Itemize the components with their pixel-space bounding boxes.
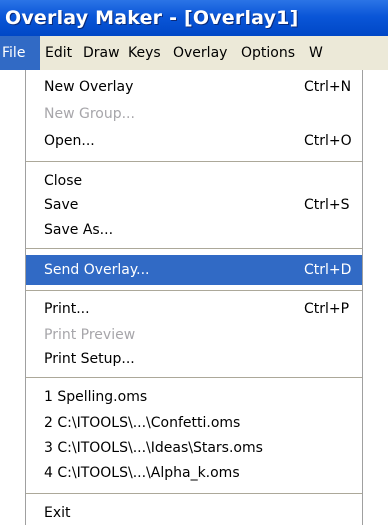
menu-item-print-setup[interactable]: Print Setup... [26,344,362,374]
menu-item-label: New Group... [44,106,135,122]
menu-separator [26,493,362,495]
menu-edit[interactable]: Edit [45,36,72,70]
menu-item-shortcut: Ctrl+N [304,79,352,95]
menu-item-label: 4 C:\ITOOLS\...\Alpha_k.oms [44,465,240,481]
menu-item-new-group: New Group... [26,99,362,129]
menu-item-label: New Overlay [44,79,134,95]
menu-item-label: Open... [44,133,95,149]
title-bar[interactable]: Overlay Maker - [Overlay1] [0,0,388,36]
menu-file[interactable]: File [0,36,40,70]
menu-window[interactable]: W [309,36,323,70]
menu-item-open[interactable]: Open... Ctrl+O [26,126,362,156]
app-window: Overlay Maker - [Overlay1] File Edit Dra… [0,0,388,525]
menu-item-send-overlay[interactable]: Send Overlay... Ctrl+D [26,255,362,285]
menu-bar: File Edit Draw Keys Overlay Options W [0,36,388,70]
menu-item-save-as[interactable]: Save As... [26,215,362,245]
menu-draw[interactable]: Draw [83,36,120,70]
menu-item-new-overlay[interactable]: New Overlay Ctrl+N [26,72,362,102]
recent-file-4[interactable]: 4 C:\ITOOLS\...\Alpha_k.oms [26,458,362,488]
window-title: Overlay Maker - [Overlay1] [5,7,299,29]
menu-item-exit[interactable]: Exit [26,498,362,525]
menu-item-shortcut: Ctrl+O [304,133,352,149]
menu-separator [26,161,362,163]
menu-separator [26,290,362,292]
menu-separator [26,377,362,379]
menu-separator [26,248,362,250]
menu-keys[interactable]: Keys [128,36,161,70]
menu-options[interactable]: Options [241,36,295,70]
menu-overlay[interactable]: Overlay [173,36,227,70]
menu-item-label: Send Overlay... [44,262,150,278]
menu-item-label: Print Setup... [44,351,135,367]
menu-item-shortcut: Ctrl+D [304,262,352,278]
file-menu-dropdown: New Overlay Ctrl+N New Group... Open... … [25,70,363,525]
menu-item-label: Exit [44,505,71,521]
menu-item-label: Save As... [44,222,114,238]
